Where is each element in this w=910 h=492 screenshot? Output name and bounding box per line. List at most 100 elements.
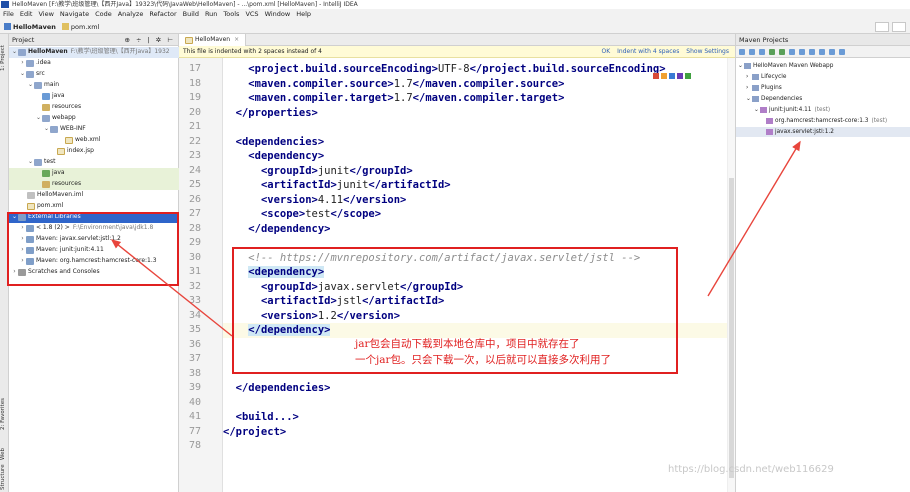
- run-icon[interactable]: [779, 48, 785, 55]
- line-number: 30: [188, 251, 201, 263]
- folder-icon: [34, 81, 42, 89]
- maven-tree-dependencies[interactable]: ⌄ Dependencies: [736, 94, 910, 104]
- browser-icon[interactable]: [677, 73, 683, 79]
- line-number: 39: [188, 382, 201, 393]
- tree-item-project-root[interactable]: ⌄ HelloMaven F:\教学\班级管理\【西开Java】1932: [9, 47, 179, 58]
- execute-goal-icon[interactable]: [789, 48, 795, 55]
- toggle-offline-icon[interactable]: [799, 48, 805, 55]
- menu-help[interactable]: Help: [296, 9, 311, 20]
- refresh-icon[interactable]: [739, 48, 745, 55]
- maven-tree-lifecycle[interactable]: › Lifecycle: [736, 72, 910, 82]
- tree-item-idea[interactable]: › .idea: [9, 58, 179, 69]
- menu-tools[interactable]: Tools: [223, 9, 239, 20]
- settings-icon[interactable]: [839, 48, 845, 55]
- code-line[interactable]: <maven.compiler.target>1.7</maven.compil…: [223, 91, 735, 106]
- collapse-all-icon[interactable]: [829, 48, 835, 55]
- code-line[interactable]: </dependency>: [223, 222, 735, 237]
- tree-item-index-jsp[interactable]: index.jsp: [9, 146, 179, 157]
- code-line[interactable]: <artifactId>junit</artifactId>: [223, 178, 735, 193]
- breadcrumb-file[interactable]: pom.xml: [61, 23, 99, 31]
- search-everywhere-button[interactable]: [892, 22, 906, 32]
- browser-icon[interactable]: [661, 73, 667, 79]
- maven-tree-dep-jstl[interactable]: javax.servlet:jstl:1.2: [736, 127, 910, 137]
- code-line[interactable]: </properties>: [223, 106, 735, 121]
- tree-item-main-resources[interactable]: resources: [9, 102, 179, 113]
- tree-item-test-resources[interactable]: resources: [9, 179, 179, 190]
- editor-gutter[interactable]: 17 18 19 20 21 22 23 24 25 26 27 28 29 30 31 32 33 34 35 36…: [179, 58, 223, 492]
- generate-sources-icon[interactable]: [749, 48, 755, 55]
- maven-tree-project[interactable]: ⌄ HelloMaven Maven Webapp: [736, 61, 910, 71]
- maven-tree-dep-junit[interactable]: ⌄ junit:junit:4.11 (test): [736, 105, 910, 115]
- tree-item-pom-xml[interactable]: pom.xml: [9, 201, 179, 212]
- show-dependencies-icon[interactable]: [819, 48, 825, 55]
- menu-vcs[interactable]: VCS: [245, 9, 258, 20]
- tree-item-test-java[interactable]: java: [9, 168, 179, 179]
- menu-analyze[interactable]: Analyze: [118, 9, 144, 20]
- code-line[interactable]: <version>4.11</version>: [223, 193, 735, 208]
- menu-file[interactable]: File: [3, 9, 14, 20]
- maven-tree-plugins[interactable]: › Plugins: [736, 83, 910, 93]
- menu-navigate[interactable]: Navigate: [60, 9, 89, 20]
- maven-panel-header: Maven Projects: [736, 34, 910, 46]
- code-line[interactable]: <groupId>junit</groupId>: [223, 164, 735, 179]
- line-number: 22: [188, 135, 201, 147]
- code-line[interactable]: </dependencies>: [223, 381, 735, 396]
- code-line[interactable]: [223, 120, 735, 135]
- code-line[interactable]: [223, 396, 735, 411]
- code-line[interactable]: <dependency>: [223, 149, 735, 164]
- banner-ok-link[interactable]: OK: [602, 48, 611, 55]
- code-line[interactable]: [223, 439, 735, 454]
- tree-item-web-xml[interactable]: web.xml: [9, 135, 179, 146]
- maven-file-icon: [185, 36, 193, 44]
- favorites-tool-tab[interactable]: 2: Favorites: [0, 384, 9, 444]
- browser-icon[interactable]: [653, 73, 659, 79]
- code-line[interactable]: <build...>: [223, 410, 735, 425]
- menu-refactor[interactable]: Refactor: [149, 9, 176, 20]
- browser-icon[interactable]: [685, 73, 691, 79]
- tree-item-test[interactable]: ⌄ test: [9, 157, 179, 168]
- add-icon[interactable]: [769, 48, 775, 55]
- editor-scroll-thumb[interactable]: [729, 178, 734, 478]
- web-tool-tab[interactable]: Web: [0, 444, 9, 464]
- breadcrumb-project[interactable]: HelloMaven: [4, 23, 56, 31]
- chevron-down-icon: ⌄: [27, 81, 34, 88]
- project-view-selector[interactable]: Project: [12, 36, 34, 44]
- tree-item-main[interactable]: ⌄ main: [9, 80, 179, 91]
- line-number: 33: [188, 295, 201, 306]
- tree-item-main-java[interactable]: java: [9, 91, 179, 102]
- line-number: 38: [188, 367, 201, 379]
- maven-tree-dep-hamcrest[interactable]: org.hamcrest:hamcrest-core:1.3 (test): [736, 116, 910, 126]
- skip-tests-icon[interactable]: [809, 48, 815, 55]
- intellij-app-icon: [1, 1, 9, 8]
- menu-window[interactable]: Window: [265, 9, 291, 20]
- menu-run[interactable]: Run: [205, 9, 217, 20]
- tree-item-iml[interactable]: HelloMaven.iml: [9, 190, 179, 201]
- line-number: 24: [188, 164, 201, 176]
- menu-build[interactable]: Build: [183, 9, 199, 20]
- banner-indent-link[interactable]: Indent with 4 spaces: [617, 48, 679, 55]
- editor-scrollbar[interactable]: [727, 58, 735, 492]
- code-line[interactable]: </project>: [223, 425, 735, 440]
- project-panel-tools[interactable]: ⊕ ÷ | ✲ ⊢: [125, 34, 175, 46]
- folder-icon: [50, 125, 58, 133]
- project-tool-tab[interactable]: 1: Project: [0, 38, 9, 78]
- editor-tab-hellomaven[interactable]: HelloMaven ×: [179, 34, 247, 46]
- maven-projects-panel: Maven Projects ⌄ HelloMaven Maven Webapp…: [735, 34, 910, 492]
- tree-item-web-inf[interactable]: ⌄ WEB-INF: [9, 124, 179, 135]
- code-line[interactable]: <scope>test</scope>: [223, 207, 735, 222]
- line-number: 28: [188, 222, 201, 234]
- inspection-icons: [653, 73, 691, 79]
- tree-item-src[interactable]: ⌄ src: [9, 69, 179, 80]
- menu-edit[interactable]: Edit: [20, 9, 33, 20]
- close-icon[interactable]: ×: [234, 34, 239, 46]
- menu-code[interactable]: Code: [95, 9, 112, 20]
- code-line[interactable]: <dependencies>: [223, 135, 735, 150]
- browser-icon[interactable]: [669, 73, 675, 79]
- annotation-note: jar包会自动下载到本地仓库中，项目中就存在了 一个jar包。只会下载一次，以后…: [355, 338, 612, 366]
- download-icon[interactable]: [759, 48, 765, 55]
- menu-view[interactable]: View: [38, 9, 53, 20]
- structure-tool-tab[interactable]: Structure: [0, 464, 9, 490]
- banner-settings-link[interactable]: Show Settings: [686, 48, 729, 55]
- run-config-dropdown[interactable]: [875, 22, 889, 32]
- tree-item-webapp[interactable]: ⌄ webapp: [9, 113, 179, 124]
